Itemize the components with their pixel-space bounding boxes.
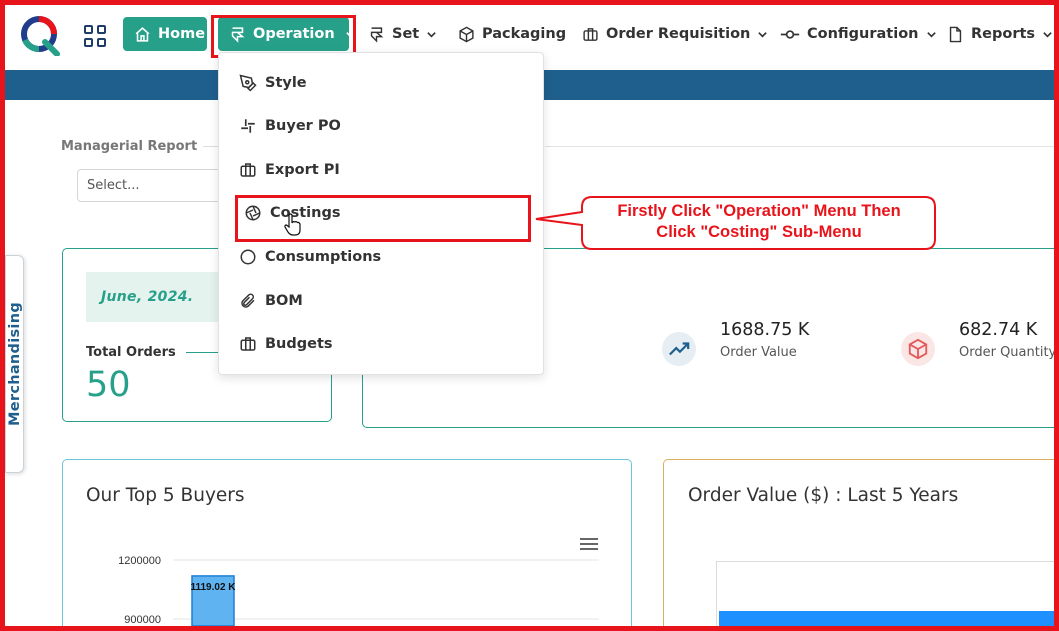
menu-item-budgets[interactable]: Budgets	[239, 332, 333, 356]
managerial-report-label: Managerial Report	[61, 139, 198, 154]
nav-home-label: Home	[158, 26, 206, 42]
years-chart-bar	[719, 611, 1054, 631]
menu-item-style[interactable]: Style	[239, 71, 307, 95]
merchandising-side-tab[interactable]: Merchandising	[5, 255, 24, 473]
bar-data-label: 1119.02 K	[190, 582, 236, 593]
chevron-down-icon	[345, 31, 355, 38]
nav-configuration[interactable]: Configuration	[780, 17, 937, 51]
order-value: 1688.75 K	[720, 320, 810, 340]
set-icon	[370, 26, 384, 43]
menu-item-label: Buyer PO	[265, 118, 341, 134]
menu-item-label: Costings	[270, 205, 341, 221]
annotation-line-2: Click "Costing" Sub-Menu	[656, 223, 862, 241]
order-quantity-label: Order Quantity	[959, 345, 1057, 360]
chevron-down-icon	[926, 31, 936, 38]
operation-icon	[231, 26, 245, 43]
cube-icon	[901, 332, 935, 366]
menu-item-label: Budgets	[265, 336, 333, 352]
commit-icon	[780, 29, 800, 39]
chevron-down-icon	[427, 31, 436, 38]
divider	[545, 146, 1054, 147]
top-buyers-chart: 1200000 900000 1119.02 K	[118, 555, 599, 626]
annotation-text: Firstly Click "Operation" Menu Then Clic…	[583, 198, 935, 248]
nav-set-label: Set	[392, 26, 420, 42]
annotation-line-1: Firstly Click "Operation" Menu Then	[617, 202, 901, 220]
years-chart-title: Order Value ($) : Last 5 Years	[688, 485, 959, 506]
nav-packaging[interactable]: Packaging	[458, 17, 566, 51]
menu-item-label: Consumptions	[265, 249, 382, 265]
side-tab-label: Merchandising	[7, 302, 23, 426]
menu-item-buyer-po[interactable]: Buyer PO	[239, 114, 341, 138]
chevron-down-icon	[1043, 31, 1052, 38]
briefcase-icon	[583, 27, 598, 41]
nav-packaging-label: Packaging	[482, 26, 567, 42]
chevron-down-icon	[758, 31, 768, 38]
total-orders-label: Total Orders	[86, 345, 176, 360]
aperture-icon	[245, 205, 261, 221]
box-icon	[459, 26, 474, 42]
divider	[203, 146, 218, 147]
menu-item-export-pi[interactable]: Export PI	[239, 158, 340, 182]
nav-operation-label: Operation	[253, 26, 335, 42]
trending-up-icon	[662, 332, 696, 366]
nav-order-requisition-label: Order Requisition	[606, 26, 751, 42]
operation-dropdown-menu: Style Buyer PO Export PI Costings Consum…	[218, 52, 544, 375]
nav-reports[interactable]: Reports	[947, 17, 1053, 51]
menu-item-bom[interactable]: BOM	[239, 289, 303, 313]
circle-icon	[240, 249, 256, 265]
menu-item-label: Export PI	[265, 162, 340, 178]
y-tick-label: 1200000	[118, 555, 161, 567]
menu-item-consumptions[interactable]: Consumptions	[239, 245, 381, 269]
home-icon	[135, 26, 150, 42]
hand-cursor-icon	[284, 213, 301, 236]
file-icon	[949, 26, 962, 42]
top-buyers-title: Our Top 5 Buyers	[86, 485, 245, 506]
app-logo-icon[interactable]	[19, 14, 61, 56]
date-badge: June, 2024.	[86, 272, 223, 322]
pen-tool-icon	[239, 74, 257, 92]
menu-item-label: BOM	[265, 293, 303, 309]
briefcase-icon	[240, 337, 256, 351]
order-value-label: Order Value	[720, 345, 797, 360]
nav-operation-button[interactable]: Operation	[218, 17, 355, 51]
order-quantity: 682.74 K	[959, 320, 1038, 340]
y-tick-label: 900000	[124, 614, 161, 626]
nav-set[interactable]: Set	[368, 17, 437, 51]
nav-reports-label: Reports	[971, 26, 1036, 42]
nav-order-requisition[interactable]: Order Requisition	[582, 17, 768, 51]
paperclip-icon	[241, 293, 255, 308]
report-select[interactable]: Select...	[77, 169, 222, 202]
total-orders-value: 50	[86, 365, 131, 405]
nav-home-button[interactable]: Home	[123, 17, 207, 51]
briefcase-icon	[240, 163, 256, 177]
nav-configuration-label: Configuration	[807, 26, 919, 42]
apps-grid-icon[interactable]	[84, 25, 106, 47]
menu-item-label: Style	[265, 75, 307, 91]
slack-icon	[241, 119, 255, 133]
